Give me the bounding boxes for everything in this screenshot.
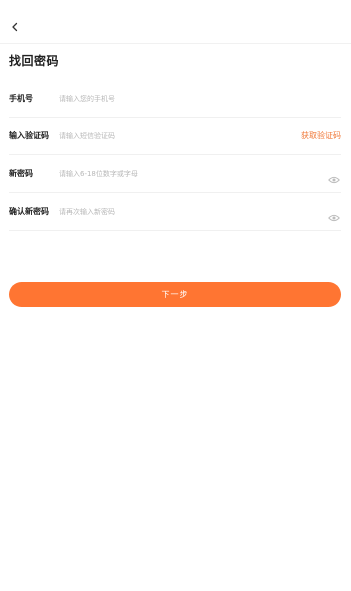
new-password-row: 新密码 bbox=[9, 156, 341, 193]
phone-row: 手机号 bbox=[9, 81, 341, 118]
eye-icon[interactable] bbox=[328, 169, 340, 184]
code-label: 输入验证码 bbox=[9, 131, 49, 140]
phone-label: 手机号 bbox=[9, 94, 33, 103]
confirm-password-row: 确认新密码 bbox=[9, 194, 341, 231]
confirm-password-input[interactable] bbox=[59, 203, 289, 221]
get-code-button[interactable]: 获取验证码 bbox=[301, 130, 341, 141]
page-title: 找回密码 bbox=[9, 54, 60, 68]
chevron-left-icon[interactable] bbox=[6, 18, 24, 36]
confirm-password-label: 确认新密码 bbox=[9, 207, 49, 216]
new-password-input[interactable] bbox=[59, 165, 289, 183]
code-input[interactable] bbox=[59, 127, 289, 145]
eye-icon[interactable] bbox=[328, 207, 340, 222]
code-row: 输入验证码 获取验证码 bbox=[9, 118, 341, 155]
phone-input[interactable] bbox=[59, 90, 289, 108]
next-button[interactable]: 下一步 bbox=[9, 282, 341, 307]
new-password-label: 新密码 bbox=[9, 169, 33, 178]
top-bar bbox=[0, 0, 351, 44]
